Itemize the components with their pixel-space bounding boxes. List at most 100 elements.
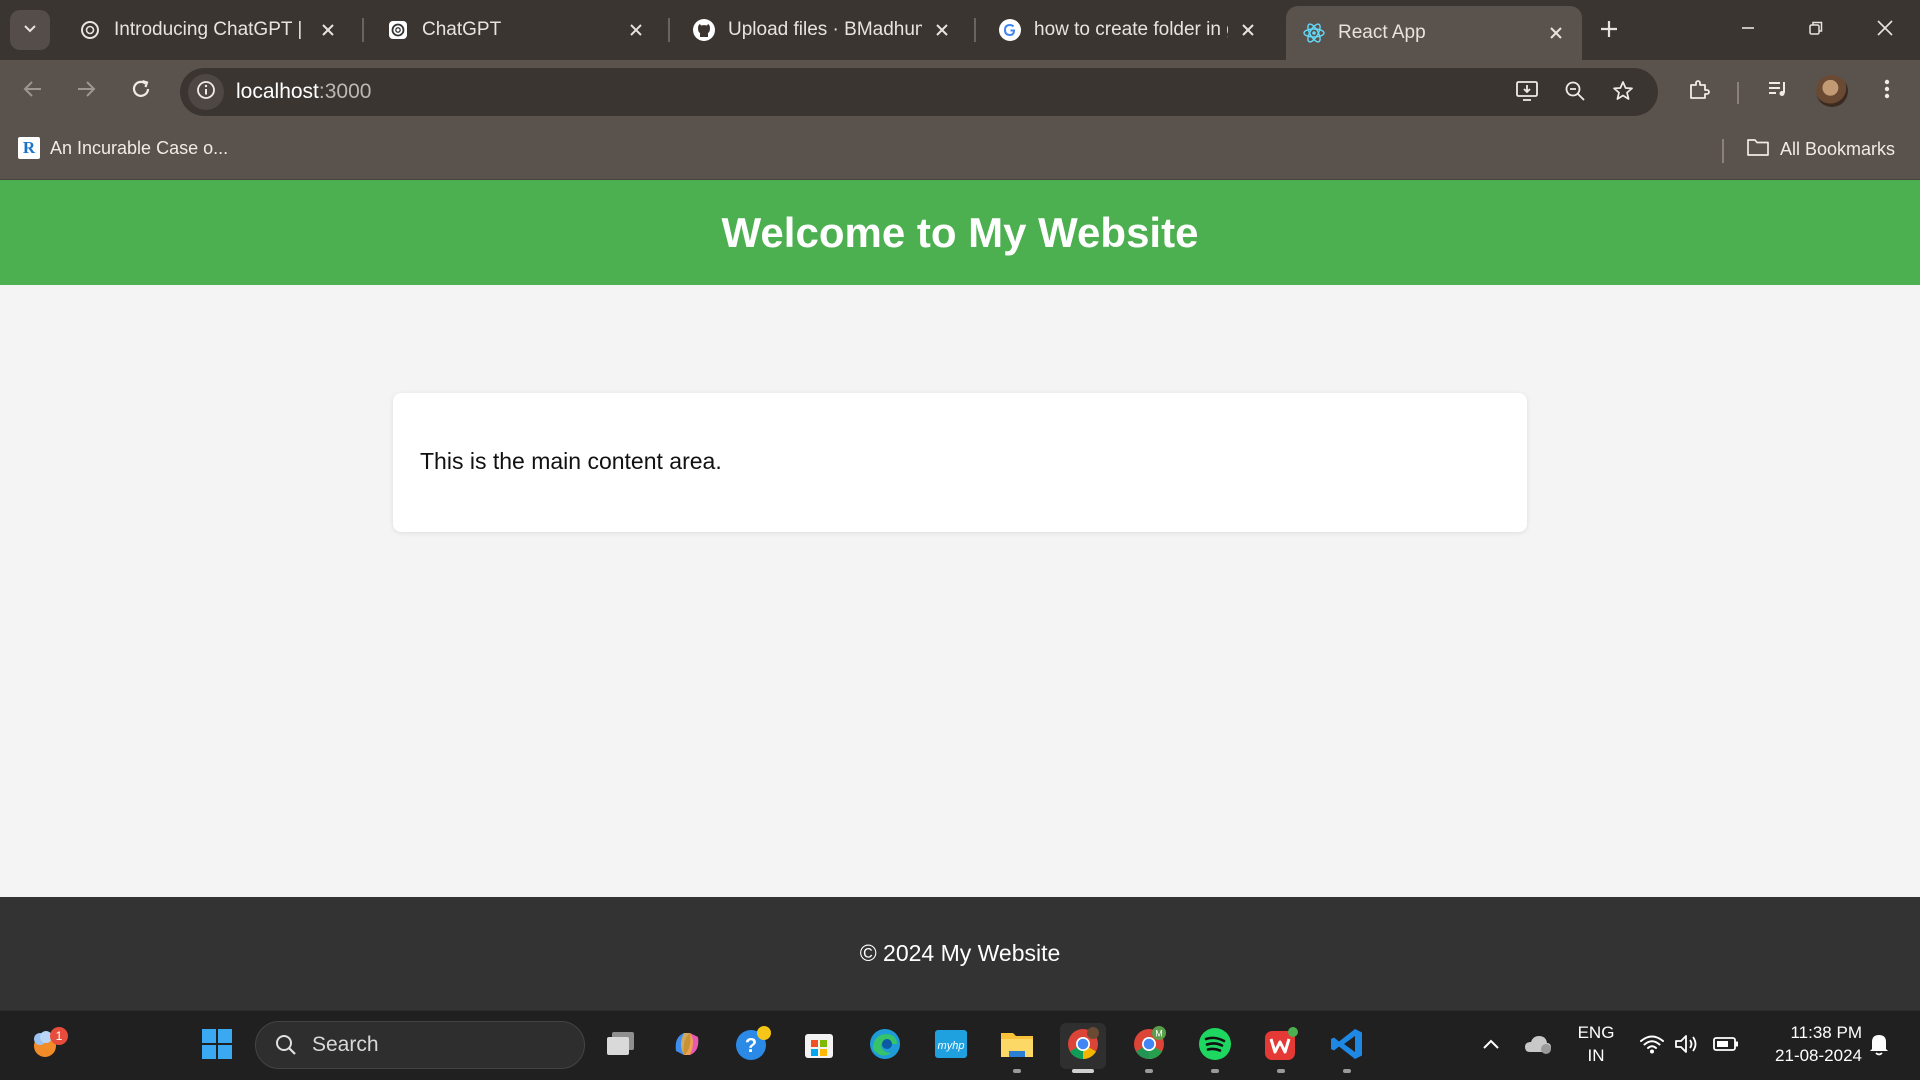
site-header: Welcome to My Website bbox=[0, 180, 1920, 285]
start-button[interactable] bbox=[194, 1023, 240, 1069]
edge-icon bbox=[867, 1026, 903, 1067]
tab-introducing-chatgpt[interactable]: Introducing ChatGPT | Op bbox=[62, 6, 354, 54]
language-line1: ENG bbox=[1577, 1023, 1615, 1042]
profile-avatar[interactable] bbox=[1816, 75, 1848, 107]
chrome-button[interactable] bbox=[1060, 1023, 1106, 1073]
running-indicator bbox=[1145, 1069, 1153, 1073]
input-language-indicator[interactable]: ENG IN bbox=[1572, 1021, 1620, 1067]
close-icon[interactable] bbox=[1544, 21, 1568, 45]
restore-button[interactable] bbox=[1788, 8, 1844, 52]
close-icon[interactable] bbox=[1236, 18, 1260, 42]
notifications-button[interactable] bbox=[1862, 1011, 1896, 1080]
file-explorer-button[interactable] bbox=[994, 1023, 1040, 1073]
widgets-button[interactable]: 1 bbox=[24, 1023, 70, 1069]
bookmark-star-button[interactable] bbox=[1608, 78, 1638, 108]
notification-badge: 1 bbox=[50, 1027, 68, 1045]
task-view-button[interactable] bbox=[598, 1023, 644, 1069]
battery-status[interactable] bbox=[1708, 1011, 1744, 1080]
github-icon bbox=[692, 18, 716, 42]
tab-chatgpt[interactable]: ChatGPT bbox=[370, 6, 662, 54]
google-icon bbox=[998, 18, 1022, 42]
volume-status[interactable] bbox=[1670, 1011, 1702, 1080]
close-window-button[interactable] bbox=[1857, 8, 1913, 52]
playlist-icon bbox=[1766, 77, 1790, 106]
get-help-button[interactable]: ? bbox=[730, 1023, 776, 1069]
puzzle-icon bbox=[1687, 77, 1711, 106]
taskbar: 1 Search ? myhp M ENG IN 11:38 PM 21-08-… bbox=[0, 1010, 1920, 1080]
extensions-button[interactable] bbox=[1681, 73, 1717, 109]
vscode-button[interactable] bbox=[1324, 1023, 1370, 1073]
tab-upload-files[interactable]: Upload files · BMadhumit bbox=[676, 6, 968, 54]
folder-icon bbox=[1746, 137, 1770, 162]
all-bookmarks-label: All Bookmarks bbox=[1780, 139, 1896, 159]
footer-text: © 2024 My Website bbox=[859, 940, 1061, 966]
wps-icon bbox=[1263, 1026, 1299, 1067]
bell-icon bbox=[1868, 1032, 1890, 1061]
clock[interactable]: 11:38 PM 21-08-2024 bbox=[1752, 1021, 1862, 1067]
folder-icon bbox=[999, 1027, 1035, 1066]
browser-menu-button[interactable] bbox=[1869, 73, 1905, 109]
url-host: localhost bbox=[236, 80, 319, 103]
media-controls-button[interactable] bbox=[1760, 73, 1796, 109]
close-icon[interactable] bbox=[930, 18, 954, 42]
microsoft-store-button[interactable] bbox=[796, 1023, 842, 1069]
chrome-profile-m-button[interactable]: M bbox=[1126, 1023, 1172, 1073]
page-title: Welcome to My Website bbox=[721, 208, 1199, 256]
install-app-button[interactable] bbox=[1512, 78, 1542, 108]
copilot-button[interactable] bbox=[664, 1023, 710, 1069]
tab-how-to-create-folder[interactable]: how to create folder in gi bbox=[982, 6, 1274, 54]
bookmark-favicon: R bbox=[18, 137, 40, 159]
close-icon[interactable] bbox=[316, 18, 340, 42]
forward-button[interactable] bbox=[68, 73, 104, 109]
minimize-button[interactable] bbox=[1720, 8, 1776, 52]
bookmark-item[interactable]: R An Incurable Case o... bbox=[18, 137, 228, 159]
help-icon: ? bbox=[734, 1025, 772, 1068]
back-button[interactable] bbox=[15, 73, 51, 109]
browser-toolbar: localhost:3000 bbox=[0, 60, 1920, 122]
chevron-up-icon bbox=[1482, 1037, 1500, 1055]
site-info-button[interactable] bbox=[188, 74, 224, 110]
battery-icon bbox=[1712, 1035, 1740, 1058]
close-icon[interactable] bbox=[624, 18, 648, 42]
tab-search-button[interactable] bbox=[10, 10, 50, 50]
tab-divider bbox=[362, 18, 364, 42]
tab-title: how to create folder in gi bbox=[1034, 19, 1228, 40]
show-hidden-icons-button[interactable] bbox=[1476, 1011, 1506, 1080]
tab-react-app[interactable]: React App bbox=[1286, 6, 1582, 60]
zoom-button[interactable] bbox=[1560, 78, 1590, 108]
myhp-button[interactable]: myhp bbox=[928, 1023, 974, 1069]
wifi-status[interactable] bbox=[1636, 1011, 1668, 1080]
wps-office-button[interactable] bbox=[1258, 1023, 1304, 1073]
running-indicator bbox=[1343, 1069, 1351, 1073]
search-icon bbox=[274, 1033, 298, 1057]
taskbar-search[interactable]: Search bbox=[255, 1021, 585, 1069]
address-bar[interactable]: localhost:3000 bbox=[180, 68, 1658, 116]
reload-button[interactable] bbox=[123, 73, 159, 109]
url-port: :3000 bbox=[318, 80, 372, 103]
spotify-button[interactable] bbox=[1192, 1023, 1238, 1073]
language-line2: IN bbox=[1587, 1046, 1605, 1065]
onedrive-button[interactable] bbox=[1520, 1011, 1556, 1080]
search-label: Search bbox=[312, 1033, 379, 1056]
chevron-down-icon bbox=[22, 20, 38, 41]
vscode-icon bbox=[1329, 1026, 1365, 1067]
more-vertical-icon bbox=[1883, 77, 1891, 106]
close-icon bbox=[1876, 19, 1894, 42]
all-bookmarks-button[interactable]: All Bookmarks bbox=[1746, 137, 1895, 162]
install-icon bbox=[1514, 78, 1540, 109]
edge-button[interactable] bbox=[862, 1023, 908, 1069]
tab-divider bbox=[668, 18, 670, 42]
cloud-icon bbox=[1523, 1033, 1553, 1060]
svg-text:M: M bbox=[1155, 1028, 1163, 1038]
new-tab-button[interactable] bbox=[1592, 14, 1626, 48]
arrow-left-icon bbox=[22, 78, 44, 105]
tab-strip: Introducing ChatGPT | Op ChatGPT Upload … bbox=[0, 0, 1920, 60]
task-view-icon bbox=[604, 1029, 638, 1064]
myhp-icon: myhp bbox=[933, 1026, 969, 1067]
bookmarks-bar: R An Incurable Case o... All Bookmarks bbox=[0, 122, 1920, 180]
zoom-out-icon bbox=[1563, 79, 1587, 108]
minimize-icon bbox=[1740, 20, 1756, 41]
spotify-icon bbox=[1197, 1026, 1233, 1067]
svg-text:?: ? bbox=[745, 1035, 757, 1057]
react-icon bbox=[1302, 21, 1326, 45]
